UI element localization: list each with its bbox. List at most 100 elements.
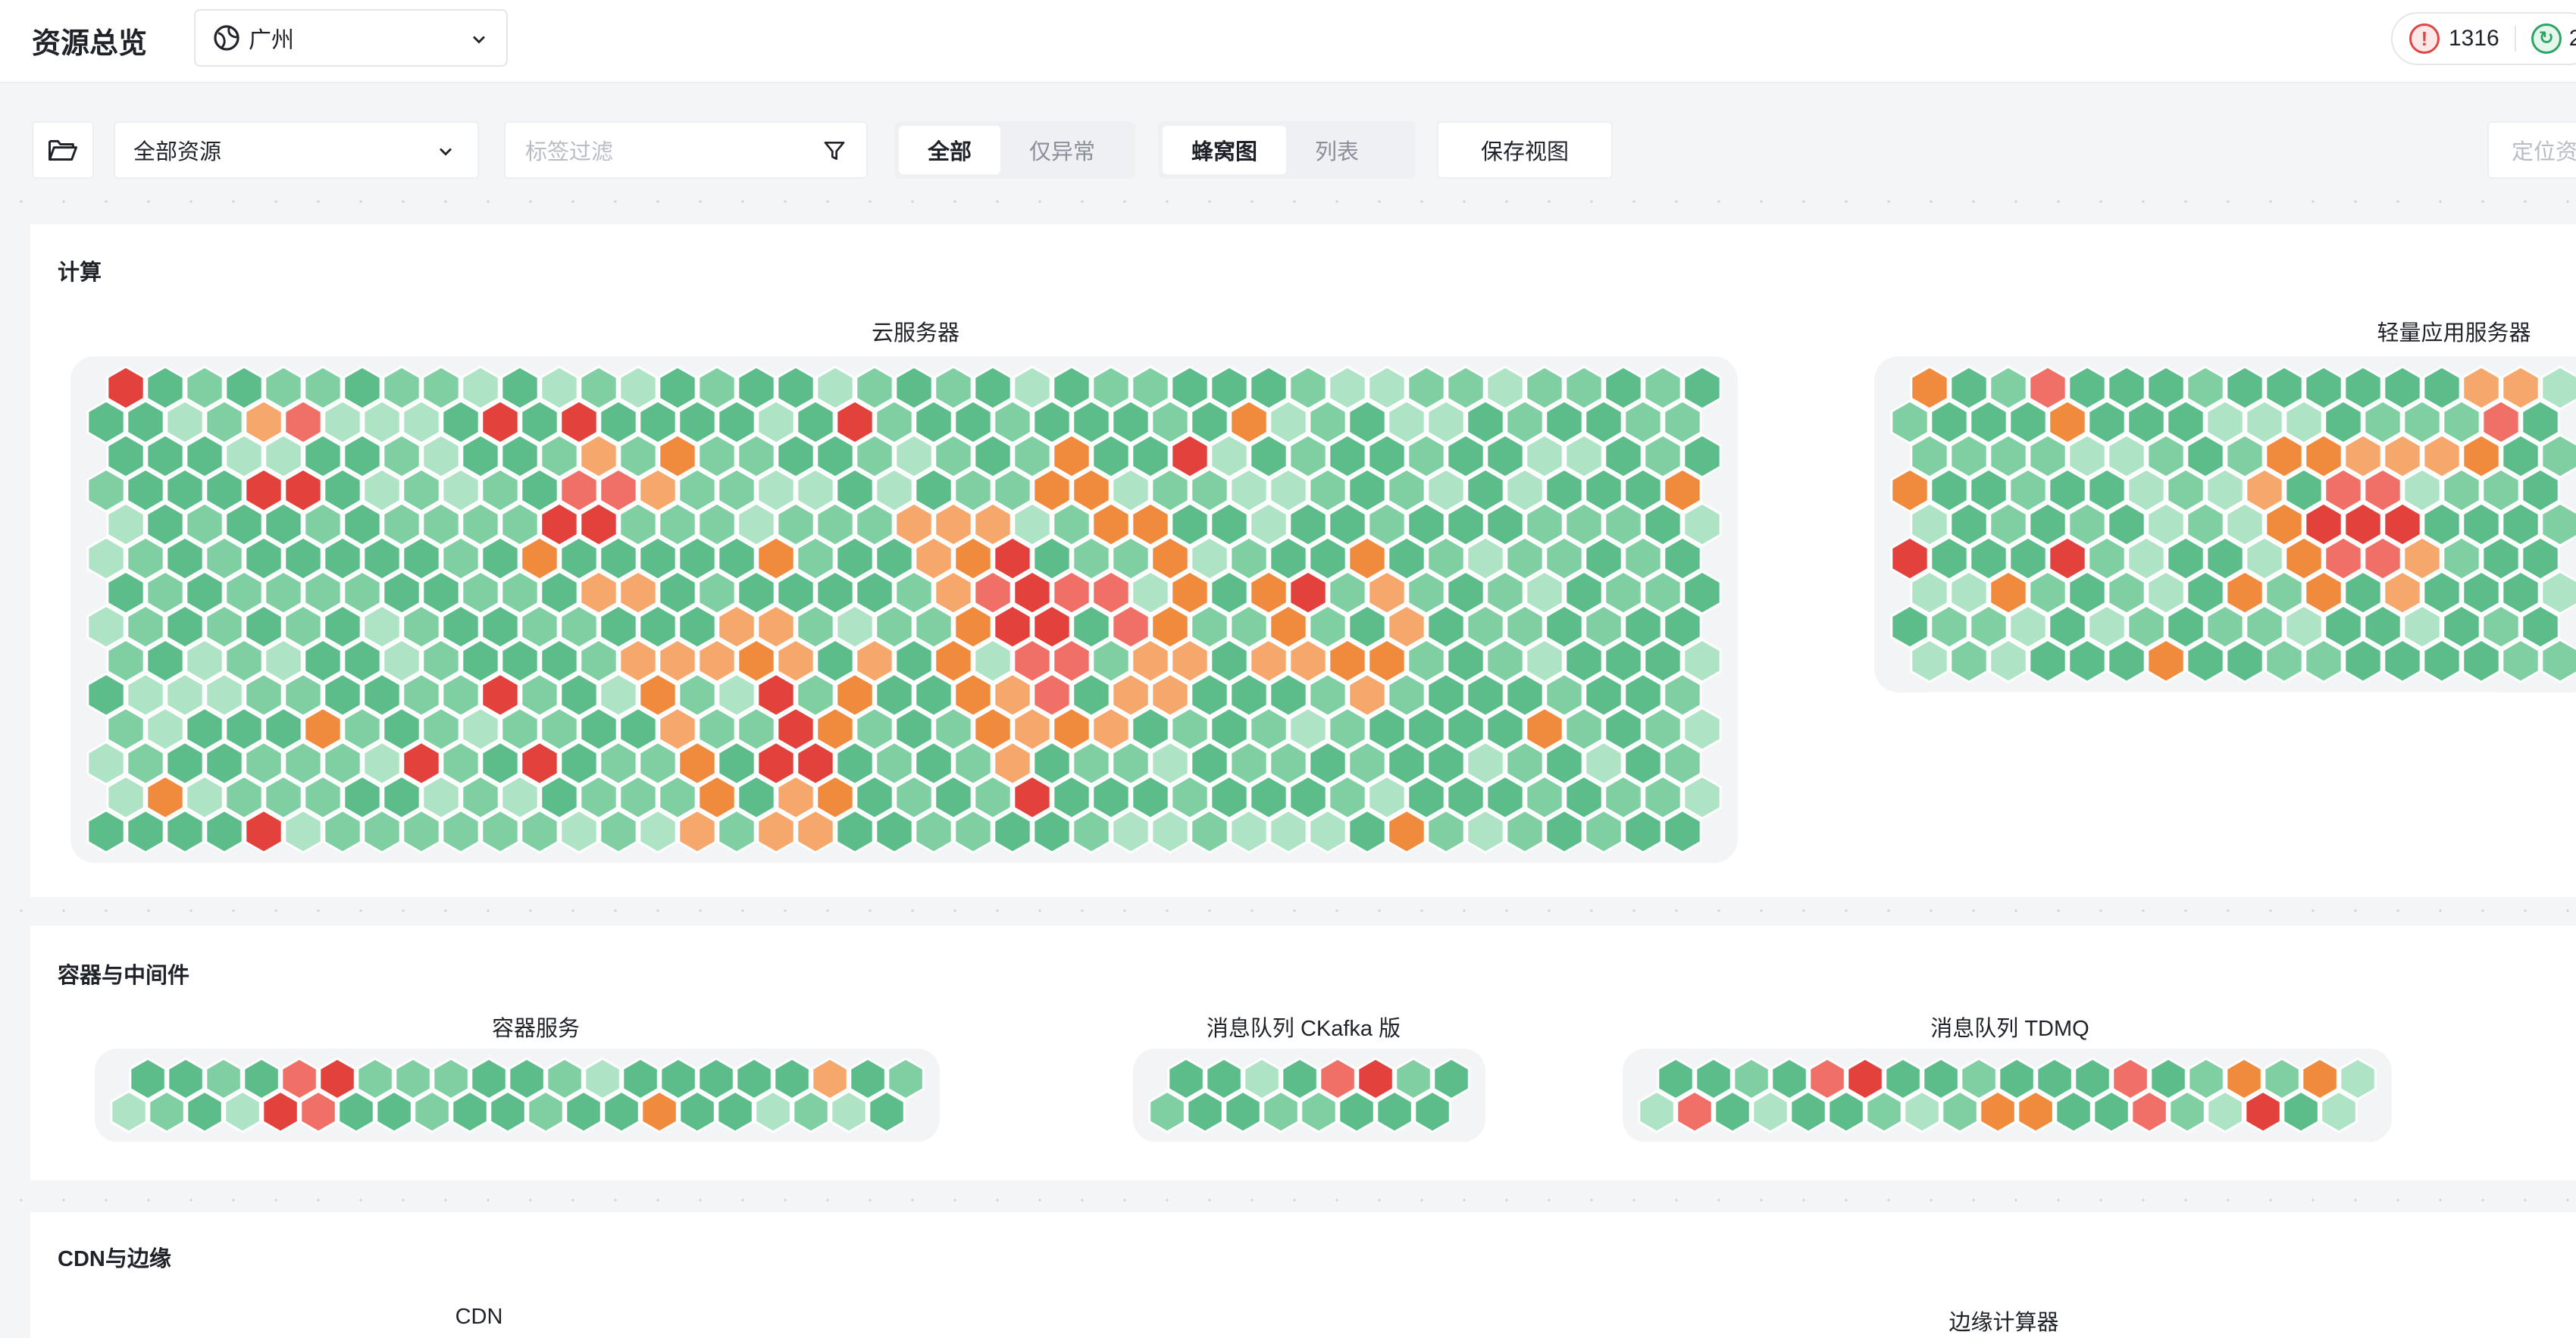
cvm-resource-hex[interactable]	[875, 604, 914, 649]
cvm-resource-hex[interactable]	[737, 570, 776, 615]
cvm-resource-hex[interactable]	[1229, 808, 1269, 855]
cvm-resource-hex[interactable]	[796, 399, 835, 445]
lighthouse-resource-hex[interactable]	[2462, 502, 2501, 547]
tke-resource-hex[interactable]	[887, 1057, 925, 1101]
lighthouse-resource-hex[interactable]	[2442, 399, 2481, 445]
cvm-resource-hex[interactable]	[1347, 467, 1387, 513]
cvm-resource-hex[interactable]	[796, 467, 835, 513]
cvm-resource-hex[interactable]	[914, 467, 953, 513]
cvm-resource-hex[interactable]	[1032, 604, 1072, 649]
cvm-resource-hex[interactable]	[224, 706, 264, 752]
cvm-resource-hex[interactable]	[1663, 672, 1702, 717]
tke-resource-hex[interactable]	[205, 1057, 243, 1101]
cvm-resource-hex[interactable]	[1308, 536, 1347, 581]
cvm-resource-hex[interactable]	[1210, 706, 1249, 752]
cvm-resource-hex[interactable]	[520, 740, 559, 786]
cvm-resource-hex[interactable]	[934, 365, 973, 411]
tdmq-resource-hex[interactable]	[2339, 1057, 2377, 1101]
cvm-resource-hex[interactable]	[1525, 774, 1564, 821]
cvm-resource-hex[interactable]	[1052, 502, 1091, 547]
cvm-resource-hex[interactable]	[796, 604, 835, 649]
lighthouse-resource-hex[interactable]	[2501, 365, 2540, 411]
cvm-resource-hex[interactable]	[126, 808, 165, 855]
tke-resource-hex[interactable]	[621, 1057, 659, 1101]
cvm-resource-hex[interactable]	[678, 740, 717, 786]
tdmq-resource-hex[interactable]	[1657, 1057, 1695, 1101]
lighthouse-resource-hex[interactable]	[2146, 638, 2186, 683]
lighthouse-resource-hex[interactable]	[2127, 467, 2166, 513]
tdmq-resource-hex[interactable]	[1998, 1057, 2036, 1101]
cvm-resource-hex[interactable]	[1328, 433, 1367, 479]
cvm-resource-hex[interactable]	[303, 502, 343, 547]
cvm-resource-hex[interactable]	[1545, 740, 1584, 786]
cvm-resource-hex[interactable]	[126, 399, 165, 445]
cvm-resource-hex[interactable]	[579, 502, 618, 547]
cvm-resource-hex[interactable]	[1308, 740, 1347, 786]
cvm-resource-hex[interactable]	[1170, 433, 1210, 479]
cvm-resource-hex[interactable]	[244, 399, 283, 445]
lighthouse-resource-hex[interactable]	[1949, 433, 1989, 479]
cvm-resource-hex[interactable]	[1663, 536, 1702, 581]
cvm-resource-hex[interactable]	[500, 365, 540, 411]
cvm-resource-hex[interactable]	[1032, 399, 1072, 445]
cvm-resource-hex[interactable]	[993, 740, 1032, 786]
cvm-resource-hex[interactable]	[500, 570, 540, 615]
cvm-resource-hex[interactable]	[894, 433, 934, 479]
cvm-resource-hex[interactable]	[224, 433, 264, 479]
cvm-resource-hex[interactable]	[283, 672, 323, 717]
lighthouse-resource-hex[interactable]	[2048, 536, 2087, 581]
lighthouse-resource-hex[interactable]	[2225, 638, 2265, 683]
cvm-resource-hex[interactable]	[1426, 467, 1466, 513]
lighthouse-resource-hex[interactable]	[2265, 365, 2304, 411]
tdmq-resource-hex[interactable]	[2168, 1089, 2206, 1133]
lighthouse-resource-hex[interactable]	[2343, 570, 2383, 615]
ckafka-resource-hex[interactable]	[1413, 1089, 1451, 1133]
cvm-resource-hex[interactable]	[1347, 536, 1387, 581]
cvm-resource-hex[interactable]	[264, 570, 303, 615]
tdmq-resource-hex[interactable]	[1922, 1057, 1960, 1101]
tke-resource-hex[interactable]	[773, 1057, 811, 1101]
lighthouse-resource-hex[interactable]	[2481, 604, 2521, 649]
cvm-resource-hex[interactable]	[599, 536, 638, 581]
cvm-resource-hex[interactable]	[1466, 604, 1505, 649]
cvm-resource-hex[interactable]	[579, 570, 618, 615]
cvm-resource-hex[interactable]	[875, 808, 914, 855]
tke-resource-hex[interactable]	[640, 1089, 678, 1133]
cvm-resource-hex[interactable]	[796, 672, 835, 717]
tke-resource-hex[interactable]	[470, 1057, 508, 1101]
cvm-resource-hex[interactable]	[323, 467, 362, 513]
cvm-resource-hex[interactable]	[1623, 399, 1663, 445]
cvm-resource-hex[interactable]	[86, 808, 126, 855]
cvm-resource-hex[interactable]	[402, 740, 441, 786]
lighthouse-resource-hex[interactable]	[1890, 536, 1930, 581]
tke-resource-hex[interactable]	[489, 1089, 527, 1133]
cvm-resource-hex[interactable]	[717, 604, 756, 649]
cvm-resource-hex[interactable]	[737, 433, 776, 479]
cvm-resource-hex[interactable]	[303, 706, 343, 752]
cvm-resource-hex[interactable]	[126, 740, 165, 786]
tke-resource-hex[interactable]	[356, 1057, 394, 1101]
cvm-resource-hex[interactable]	[185, 570, 224, 615]
lighthouse-resource-hex[interactable]	[2540, 638, 2576, 683]
tdmq-resource-hex[interactable]	[1884, 1057, 1922, 1101]
cvm-resource-hex[interactable]	[1052, 365, 1091, 411]
cvm-resource-hex[interactable]	[106, 502, 146, 547]
tke-resource-hex[interactable]	[318, 1057, 356, 1101]
cvm-resource-hex[interactable]	[658, 638, 697, 683]
cvm-resource-hex[interactable]	[1604, 365, 1643, 411]
cvm-resource-hex[interactable]	[1328, 774, 1367, 821]
cvm-resource-hex[interactable]	[441, 672, 480, 717]
lighthouse-resource-hex[interactable]	[2087, 604, 2127, 649]
tke-resource-hex[interactable]	[603, 1089, 640, 1133]
lighthouse-resource-hex[interactable]	[2304, 365, 2343, 411]
cvm-resource-hex[interactable]	[520, 808, 559, 855]
tke-resource-hex[interactable]	[584, 1057, 621, 1101]
cvm-resource-hex[interactable]	[1111, 604, 1150, 649]
cvm-resource-hex[interactable]	[185, 638, 224, 683]
cvm-resource-hex[interactable]	[1643, 365, 1682, 411]
cvm-resource-hex[interactable]	[1288, 774, 1328, 821]
cvm-resource-hex[interactable]	[343, 774, 382, 821]
tke-resource-hex[interactable]	[868, 1089, 906, 1133]
cvm-resource-hex[interactable]	[1150, 672, 1190, 717]
cvm-resource-hex[interactable]	[1505, 604, 1545, 649]
